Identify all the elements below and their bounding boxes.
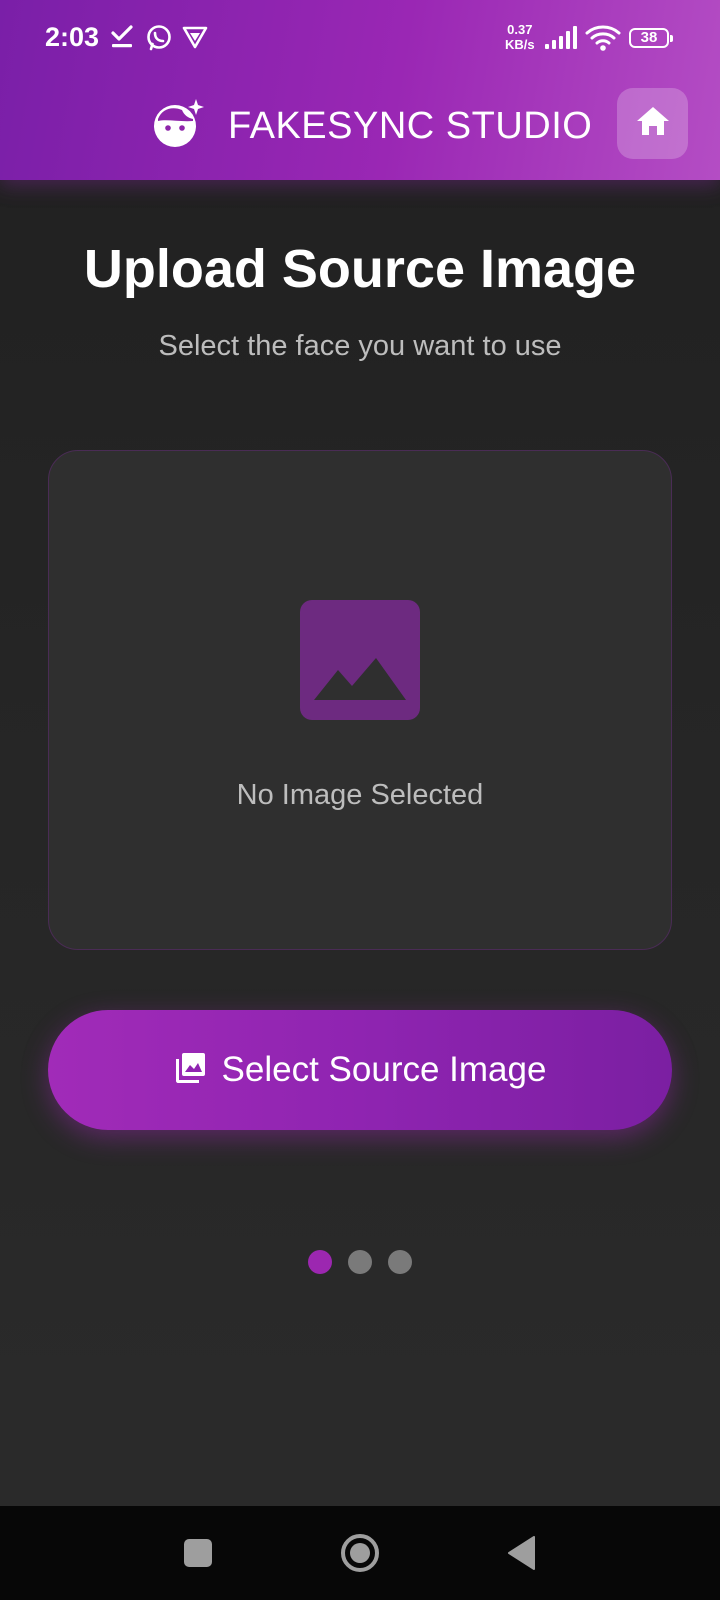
page-dot-1 [308,1250,332,1274]
photo-library-icon [174,1052,206,1089]
face-retouching-icon [150,97,204,156]
home-circle-icon[interactable] [340,1533,380,1578]
wifi-icon [585,24,621,57]
whatsapp-icon [145,24,173,57]
recents-square-icon[interactable] [183,1538,213,1573]
status-bar: 2:03 0.37 KB/s 38 [0,0,720,80]
select-button-label: Select Source Image [221,1050,547,1089]
page-dot-3 [388,1250,412,1274]
page-dot-2 [348,1250,372,1274]
battery-indicator: 38 [629,28,673,48]
page-title: Upload Source Image [83,239,637,299]
page-indicator [0,1250,720,1274]
app-bar: FAKESYNC STUDIO [0,80,720,180]
net-speed-unit: KB/s [505,37,535,52]
status-time: 2:03 [45,22,100,52]
image-preview-card[interactable]: No Image Selected [48,450,672,950]
app-title: FAKESYNC STUDIO [228,105,593,147]
system-nav-bar [0,1506,720,1600]
page-subtitle: Select the face you want to use [158,330,562,362]
app-header: 2:03 0.37 KB/s 38 FAKESYNC STUDIO [0,0,720,180]
vpn-shield-icon [182,24,208,55]
image-icon [300,600,420,725]
net-speed: 0.37 KB/s [505,22,535,52]
signal-icon [544,26,578,55]
net-speed-value: 0.37 [507,22,533,37]
back-triangle-icon[interactable] [507,1536,535,1575]
no-image-text: No Image Selected [236,779,484,811]
home-icon [636,106,670,141]
select-source-image-button[interactable]: Select Source Image [48,1010,672,1130]
download-done-icon [110,24,134,55]
home-button[interactable] [617,88,688,159]
